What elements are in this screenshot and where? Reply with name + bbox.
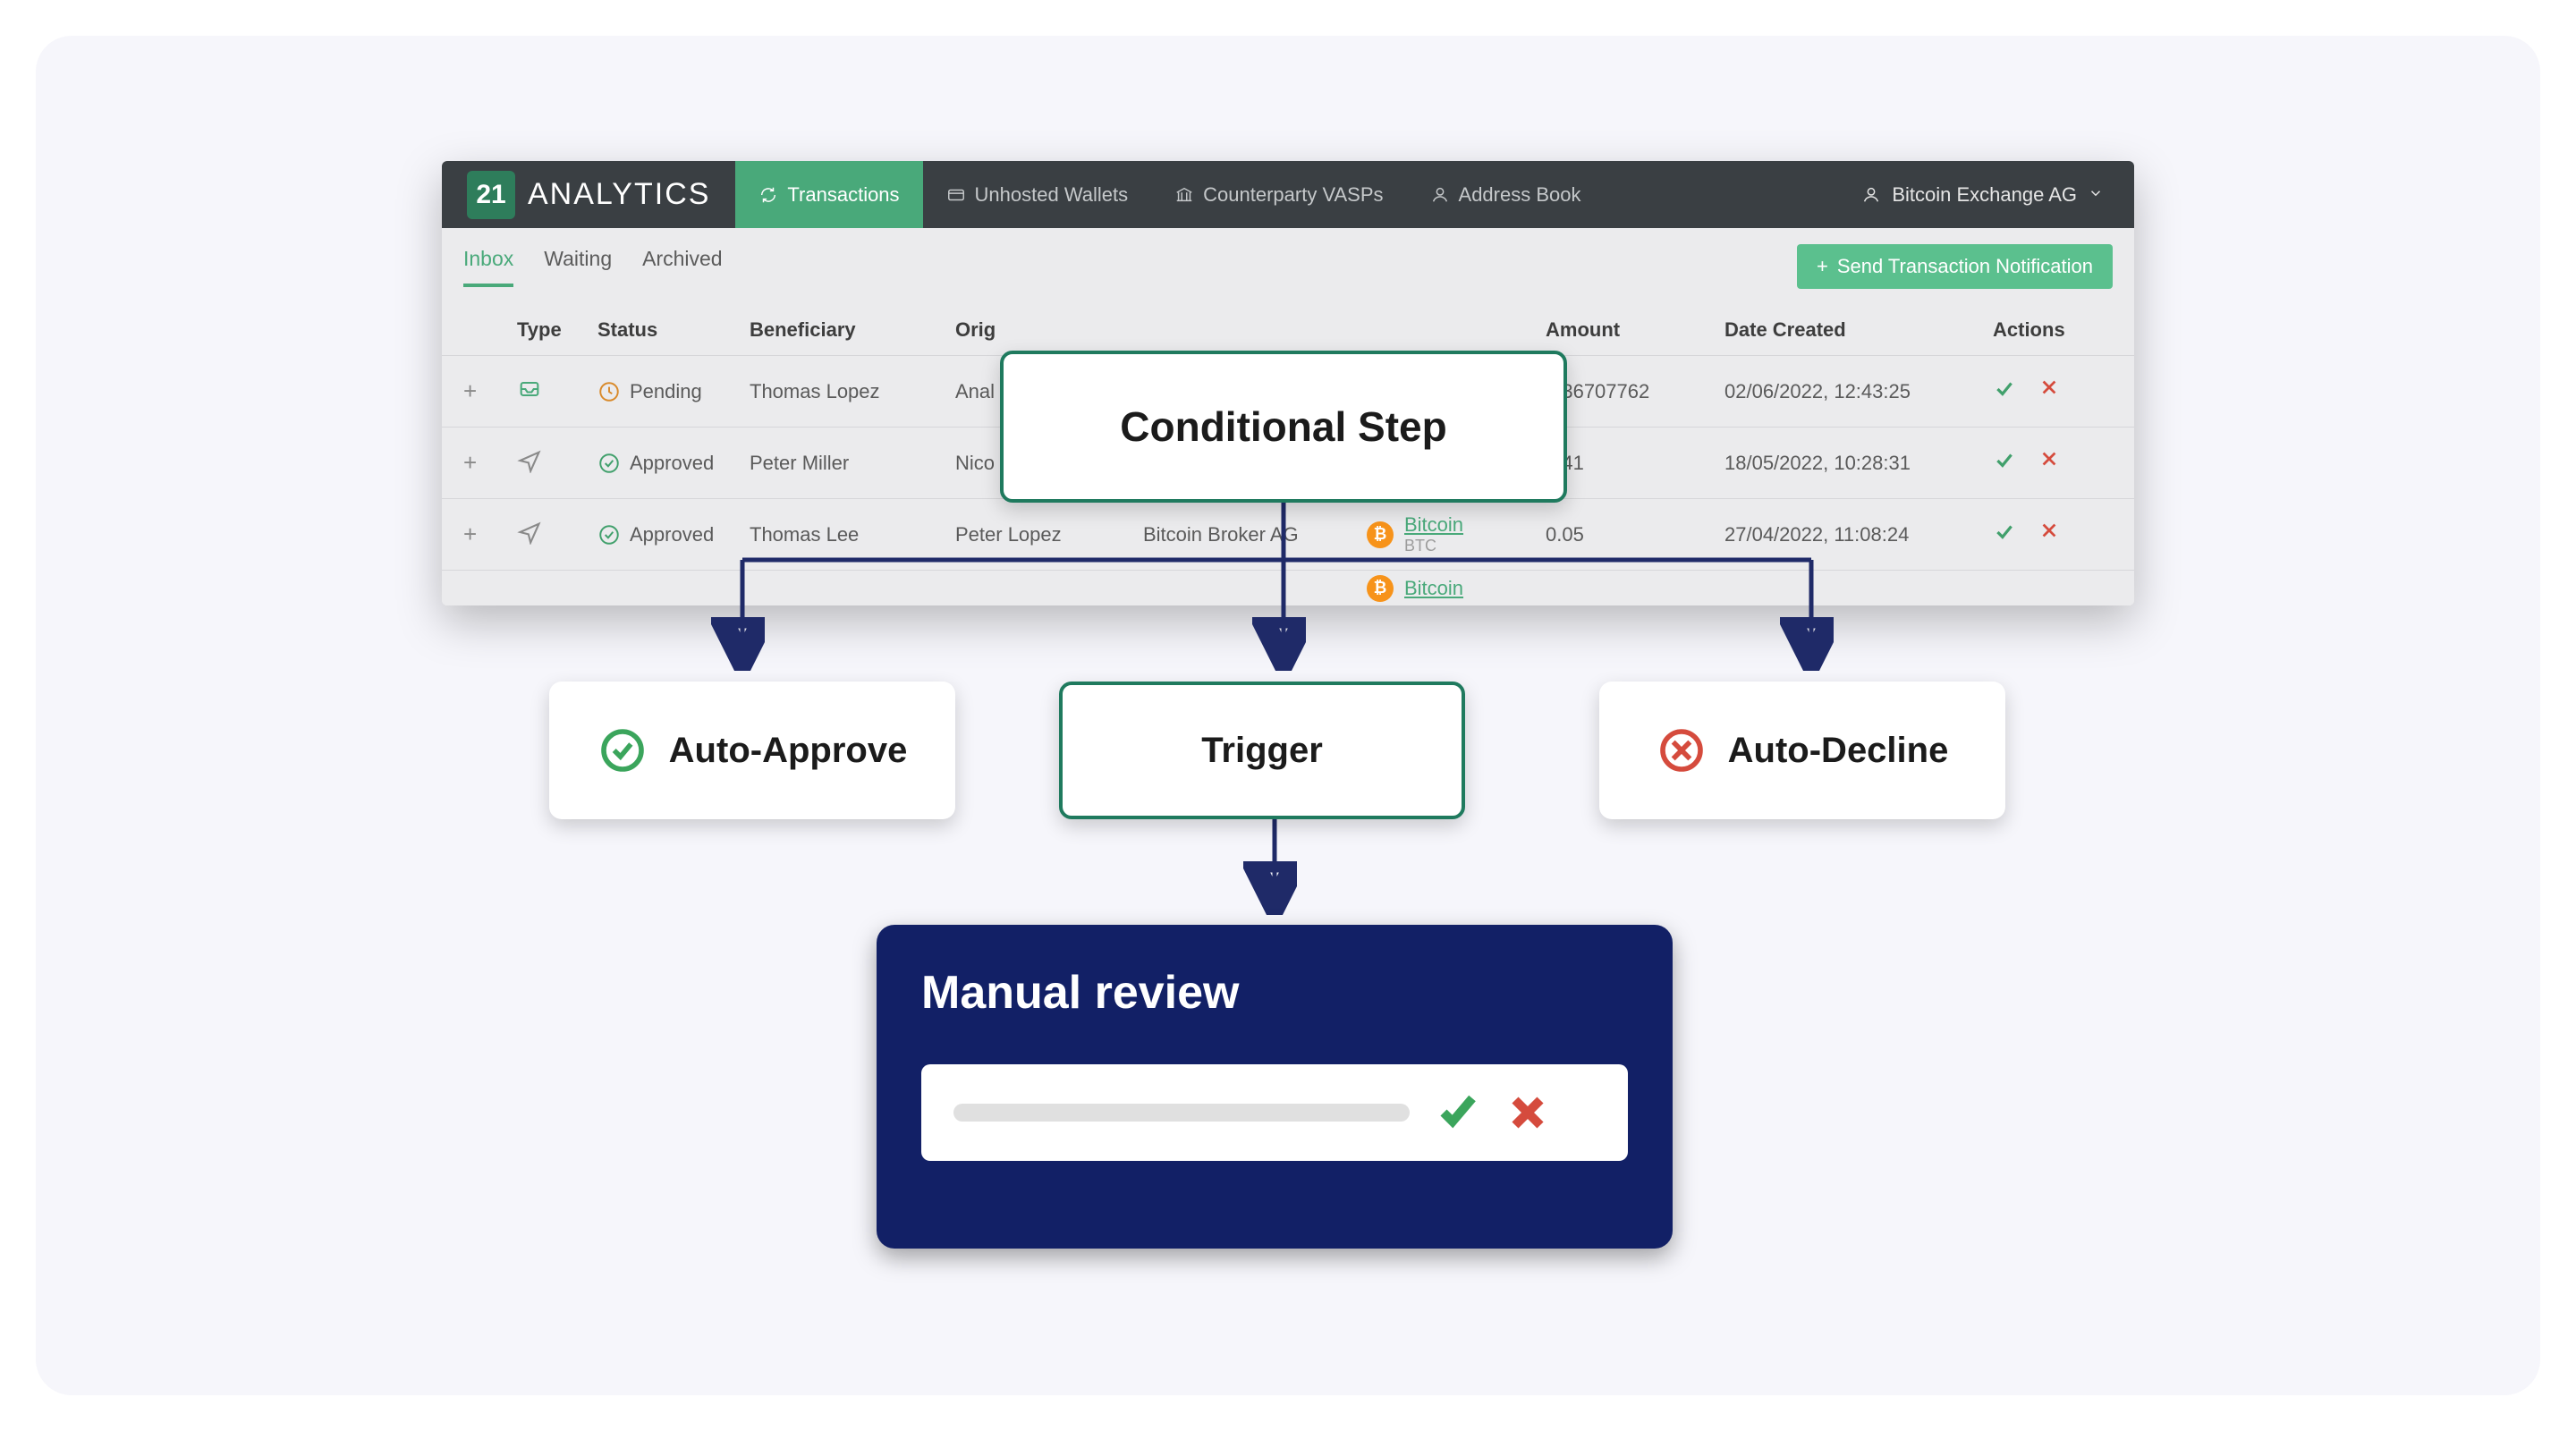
col-date: Date Created xyxy=(1724,318,1993,342)
bitcoin-icon: ₿ xyxy=(1367,575,1394,602)
chevron-down-icon xyxy=(2088,183,2104,207)
send-icon xyxy=(517,520,597,550)
expand-toggle[interactable]: + xyxy=(463,449,517,477)
brand-name: ANALYTICS xyxy=(528,177,710,212)
col-beneficiary: Beneficiary xyxy=(750,318,955,342)
tab-archived[interactable]: Archived xyxy=(642,247,722,287)
status-text: Approved xyxy=(630,523,714,546)
tab-inbox[interactable]: Inbox xyxy=(463,247,513,287)
diagram-frame: 21 ANALYTICS Transactions Unhosted Walle… xyxy=(36,36,2540,1395)
row-actions xyxy=(1993,377,2100,406)
topbar: 21 ANALYTICS Transactions Unhosted Walle… xyxy=(442,161,2134,228)
x-circle-icon xyxy=(1657,725,1707,775)
bitcoin-icon: ₿ xyxy=(1367,521,1394,548)
amount: 0.36707762 xyxy=(1546,380,1724,403)
col-originator: Orig xyxy=(955,318,1143,342)
nav-label: Unhosted Wallets xyxy=(975,183,1129,207)
card-label: Auto-Decline xyxy=(1728,731,1949,771)
col-actions: Actions xyxy=(1993,318,2100,342)
table-row: + Approved Thomas Lee Peter Lopez Bitcoi… xyxy=(442,498,2134,570)
auto-decline-card: Auto-Decline xyxy=(1599,682,2005,819)
bank-icon xyxy=(1174,185,1194,205)
check-circle-icon xyxy=(597,725,648,775)
col-amount: Amount xyxy=(1546,318,1724,342)
approve-action[interactable] xyxy=(1993,521,2016,549)
status-text: Pending xyxy=(630,380,702,403)
expand-toggle[interactable]: + xyxy=(463,521,517,548)
decline-action[interactable] xyxy=(2039,377,2059,406)
asset-sub: BTC xyxy=(1404,537,1463,555)
asset-link[interactable]: Bitcoin xyxy=(1404,577,1463,600)
originator: Peter Lopez xyxy=(955,523,1143,546)
approve-action[interactable] xyxy=(1993,449,2016,478)
account-name: Bitcoin Exchange AG xyxy=(1892,183,2077,207)
table-row: ₿ Bitcoin xyxy=(442,570,2134,605)
asset-cell: ₿ Bitcoin BTC xyxy=(1367,513,1546,555)
account-menu[interactable]: Bitcoin Exchange AG xyxy=(1831,183,2134,207)
manual-review-row xyxy=(921,1064,1628,1161)
inbox-icon xyxy=(517,377,597,407)
amount: 0.05 xyxy=(1546,523,1724,546)
x-icon[interactable] xyxy=(1506,1091,1549,1134)
table-header: Type Status Beneficiary Orig Amount Date… xyxy=(442,305,2134,355)
manual-review-card: Manual review xyxy=(877,925,1673,1249)
auto-approve-card: Auto-Approve xyxy=(549,682,955,819)
beneficiary: Thomas Lee xyxy=(750,523,955,546)
col-type: Type xyxy=(517,318,597,342)
subbar: Inbox Waiting Archived + Send Transactio… xyxy=(442,228,2134,289)
tab-waiting[interactable]: Waiting xyxy=(544,247,612,287)
status-approved: Approved xyxy=(597,452,750,475)
status-approved: Approved xyxy=(597,523,750,546)
review-item-placeholder xyxy=(953,1104,1410,1122)
nav-address-book[interactable]: Address Book xyxy=(1407,161,1605,228)
row-actions xyxy=(1993,449,2100,478)
nav-transactions[interactable]: Transactions xyxy=(735,161,922,228)
wallet-icon xyxy=(946,185,966,205)
decline-action[interactable] xyxy=(2039,449,2059,478)
asset-cell: ₿ Bitcoin xyxy=(1367,575,1546,602)
send-transaction-button[interactable]: + Send Transaction Notification xyxy=(1797,244,2113,289)
plus-icon: + xyxy=(1817,255,1828,278)
decline-action[interactable] xyxy=(2039,521,2059,549)
approve-action[interactable] xyxy=(1993,377,2016,406)
card-label: Trigger xyxy=(1201,731,1323,771)
check-icon[interactable] xyxy=(1436,1091,1479,1134)
refresh-icon xyxy=(758,185,778,205)
user-icon xyxy=(1430,185,1450,205)
trigger-card: Trigger xyxy=(1059,682,1465,819)
expand-toggle[interactable]: + xyxy=(463,377,517,405)
user-icon xyxy=(1861,185,1881,205)
main-nav: Transactions Unhosted Wallets Counterpar… xyxy=(735,161,1604,228)
conditional-step-card: Conditional Step xyxy=(1000,351,1567,503)
send-button-label: Send Transaction Notification xyxy=(1837,255,2093,278)
asset-link[interactable]: Bitcoin xyxy=(1404,513,1463,537)
date: 18/05/2022, 10:28:31 xyxy=(1724,452,1993,475)
manual-title: Manual review xyxy=(921,966,1628,1020)
beneficiary: Peter Miller xyxy=(750,452,955,475)
amount: 2.41 xyxy=(1546,452,1724,475)
card-label: Conditional Step xyxy=(1120,402,1446,451)
date: 02/06/2022, 12:43:25 xyxy=(1724,380,1993,403)
status-text: Approved xyxy=(630,452,714,475)
date: 27/04/2022, 11:08:24 xyxy=(1724,523,1993,546)
card-label: Auto-Approve xyxy=(669,731,908,771)
counterparty: Bitcoin Broker AG xyxy=(1143,523,1367,546)
col-status: Status xyxy=(597,318,750,342)
logo-badge: 21 xyxy=(467,171,515,219)
nav-label: Address Book xyxy=(1459,183,1581,207)
tabs: Inbox Waiting Archived xyxy=(463,247,723,287)
row-actions xyxy=(1993,521,2100,549)
logo: 21 ANALYTICS xyxy=(442,171,735,219)
beneficiary: Thomas Lopez xyxy=(750,380,955,403)
nav-unhosted-wallets[interactable]: Unhosted Wallets xyxy=(923,161,1152,228)
nav-label: Transactions xyxy=(787,183,899,207)
nav-label: Counterparty VASPs xyxy=(1203,183,1383,207)
status-pending: Pending xyxy=(597,380,750,403)
nav-counterparty-vasps[interactable]: Counterparty VASPs xyxy=(1151,161,1406,228)
send-icon xyxy=(517,448,597,478)
